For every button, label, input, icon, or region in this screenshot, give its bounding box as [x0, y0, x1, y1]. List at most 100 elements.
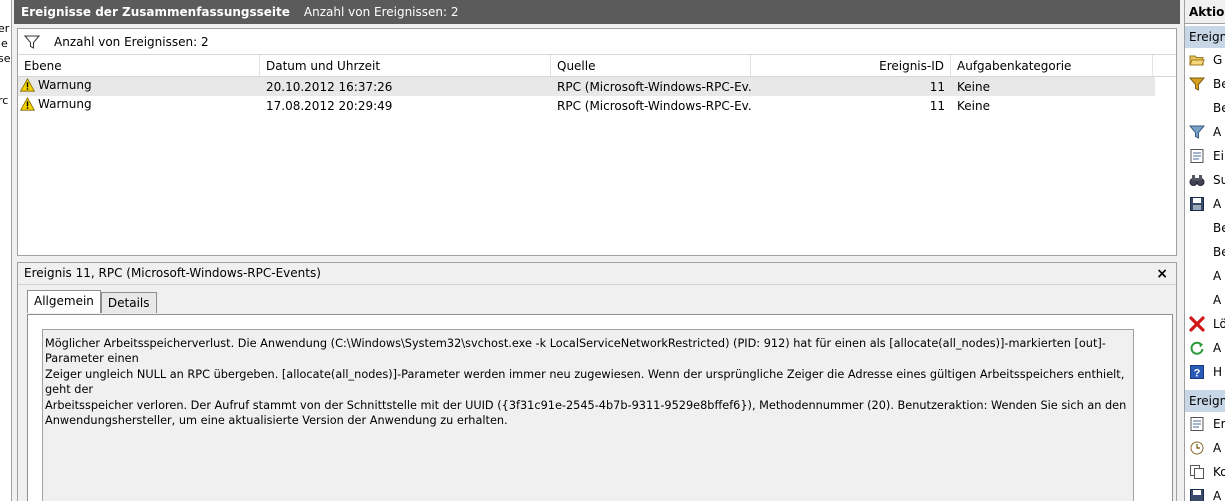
action-label: Be — [1213, 101, 1225, 115]
action-item[interactable]: Er — [1185, 412, 1225, 436]
warning-icon — [20, 78, 35, 92]
event-message[interactable]: Möglicher Arbeitsspeicherverlust. Die An… — [42, 329, 1134, 501]
actions-section-header[interactable]: Ereign — [1185, 26, 1225, 48]
message-line: Arbeitsspeicher verloren. Der Aufruf sta… — [45, 398, 1127, 412]
event-detail-header: Ereignis 11, RPC (Microsoft-Windows-RPC-… — [18, 263, 1176, 285]
action-item[interactable]: A — [1185, 264, 1225, 288]
action-label: H — [1213, 365, 1223, 379]
event-detail-title: Ereignis 11, RPC (Microsoft-Windows-RPC-… — [24, 266, 321, 280]
message-line: Anwendungshersteller, um eine aktualisie… — [45, 414, 508, 428]
action-label: A — [1213, 269, 1222, 283]
table-row[interactable]: Warnung 17.08.2012 20:29:49 RPC (Microso… — [18, 96, 1155, 115]
action-item[interactable]: Ei — [1185, 144, 1225, 168]
action-item[interactable]: Su — [1185, 168, 1225, 192]
attach-task-icon — [1189, 440, 1205, 456]
properties-icon — [1189, 148, 1205, 164]
actions-section-header[interactable]: Ereign — [1185, 390, 1225, 412]
page-title: Ereignisse der Zusammenfassungsseite — [21, 5, 290, 19]
page-title-bar: Ereignisse der Zusammenfassungsseite Anz… — [14, 0, 1180, 24]
properties-icon — [1189, 416, 1205, 432]
action-label: Be — [1213, 245, 1225, 259]
filter-icon[interactable] — [23, 34, 41, 50]
binoculars-icon — [1189, 172, 1205, 188]
refresh-icon — [1189, 340, 1205, 356]
action-label: A — [1213, 489, 1222, 501]
column-header-datetime[interactable]: Datum und Uhrzeit — [260, 55, 551, 76]
tab-details[interactable]: Details — [100, 292, 157, 313]
message-line: Möglicher Arbeitsspeicherverlust. Die An… — [45, 337, 1106, 366]
column-header-level[interactable]: Ebene — [18, 55, 260, 76]
filter-icon — [1189, 124, 1205, 140]
events-list-panel: Anzahl von Ereignissen: 2 Ebene Datum un… — [17, 28, 1177, 256]
tab-general[interactable]: Allgemein — [27, 290, 101, 313]
detail-tabs: Allgemein Details — [27, 290, 157, 313]
filter-icon — [1189, 76, 1205, 92]
action-item[interactable]: Be — [1185, 216, 1225, 240]
action-item[interactable]: A — [1185, 120, 1225, 144]
event-count: Anzahl von Ereignissen: 2 — [303, 5, 459, 19]
action-item[interactable]: Be — [1185, 96, 1225, 120]
action-label: Ei — [1213, 149, 1224, 163]
action-label: Be — [1213, 221, 1225, 235]
close-icon[interactable]: × — [1156, 264, 1168, 284]
action-item[interactable]: A — [1185, 484, 1225, 501]
main-pane: Ereignisse der Zusammenfassungsseite Anz… — [14, 0, 1180, 501]
action-label: A — [1213, 341, 1222, 355]
column-header-task-category[interactable]: Aufgabenkategorie — [951, 55, 1153, 76]
action-item[interactable]: A — [1185, 436, 1225, 460]
tree-label-fragment[interactable]: le — [0, 37, 8, 50]
action-item[interactable]: Lö — [1185, 312, 1225, 336]
category-cell: Keine — [957, 79, 990, 94]
svg-text:?: ? — [1194, 368, 1201, 380]
category-cell: Keine — [957, 98, 990, 113]
warning-icon — [20, 97, 35, 111]
filter-bar: Anzahl von Ereignissen: 2 — [18, 29, 1176, 55]
action-label: Be — [1213, 77, 1225, 91]
action-label: Lö — [1213, 317, 1225, 331]
message-line: Zeiger ungleich NULL an RPC übergeben. [… — [45, 367, 1125, 397]
actions-pane: Aktion Ereign G Be Be A Ei Su A Be Be A — [1184, 0, 1225, 501]
tab-content: Möglicher Arbeitsspeicherverlust. Die An… — [27, 314, 1173, 501]
action-label: Er — [1213, 417, 1225, 431]
folder-open-icon — [1189, 52, 1205, 68]
action-label: A — [1213, 441, 1222, 455]
action-label: Ko — [1213, 465, 1225, 479]
actions-header: Aktion — [1185, 0, 1225, 24]
event-detail-panel: Ereignis 11, RPC (Microsoft-Windows-RPC-… — [17, 262, 1177, 501]
delete-icon — [1189, 316, 1205, 332]
tree-label-fragment[interactable]: rc — [0, 94, 8, 107]
action-label: A — [1213, 125, 1222, 139]
source-cell: RPC (Microsoft-Windows-RPC-Ev... — [557, 98, 751, 113]
action-item[interactable]: ? H — [1185, 360, 1225, 384]
level-cell: Warnung — [38, 97, 92, 111]
action-label: A — [1213, 293, 1222, 307]
save-icon — [1189, 196, 1205, 212]
navigation-pane-edge: er le se rc — [0, 0, 12, 501]
level-cell: Warnung — [38, 78, 92, 92]
action-item[interactable]: Be — [1185, 72, 1225, 96]
action-label: Su — [1213, 173, 1225, 187]
event-id-cell: 11 — [929, 79, 945, 94]
action-label: G — [1213, 53, 1223, 67]
action-item[interactable]: A — [1185, 192, 1225, 216]
help-icon: ? — [1189, 364, 1205, 380]
action-item[interactable]: A — [1185, 336, 1225, 360]
column-header-source[interactable]: Quelle — [551, 55, 751, 76]
event-id-cell: 11 — [929, 98, 945, 113]
save-icon — [1189, 488, 1205, 501]
tree-label-fragment[interactable]: er — [0, 22, 9, 35]
copy-icon — [1189, 464, 1205, 480]
datetime-cell: 17.08.2012 20:29:49 — [266, 98, 393, 113]
datetime-cell: 20.10.2012 16:37:26 — [266, 79, 393, 94]
filter-count-label: Anzahl von Ereignissen: 2 — [54, 34, 209, 49]
column-header-event-id[interactable]: Ereignis-ID — [751, 55, 951, 76]
action-label: A — [1213, 197, 1222, 211]
action-item[interactable]: Be — [1185, 240, 1225, 264]
tree-label-fragment[interactable]: se — [0, 52, 11, 65]
grid-header: Ebene Datum und Uhrzeit Quelle Ereignis-… — [18, 55, 1176, 77]
action-item[interactable]: A — [1185, 288, 1225, 312]
table-row[interactable]: Warnung 20.10.2012 16:37:26 RPC (Microso… — [18, 77, 1155, 96]
action-item[interactable]: G — [1185, 48, 1225, 72]
action-item[interactable]: Ko — [1185, 460, 1225, 484]
source-cell: RPC (Microsoft-Windows-RPC-Ev... — [557, 79, 751, 94]
